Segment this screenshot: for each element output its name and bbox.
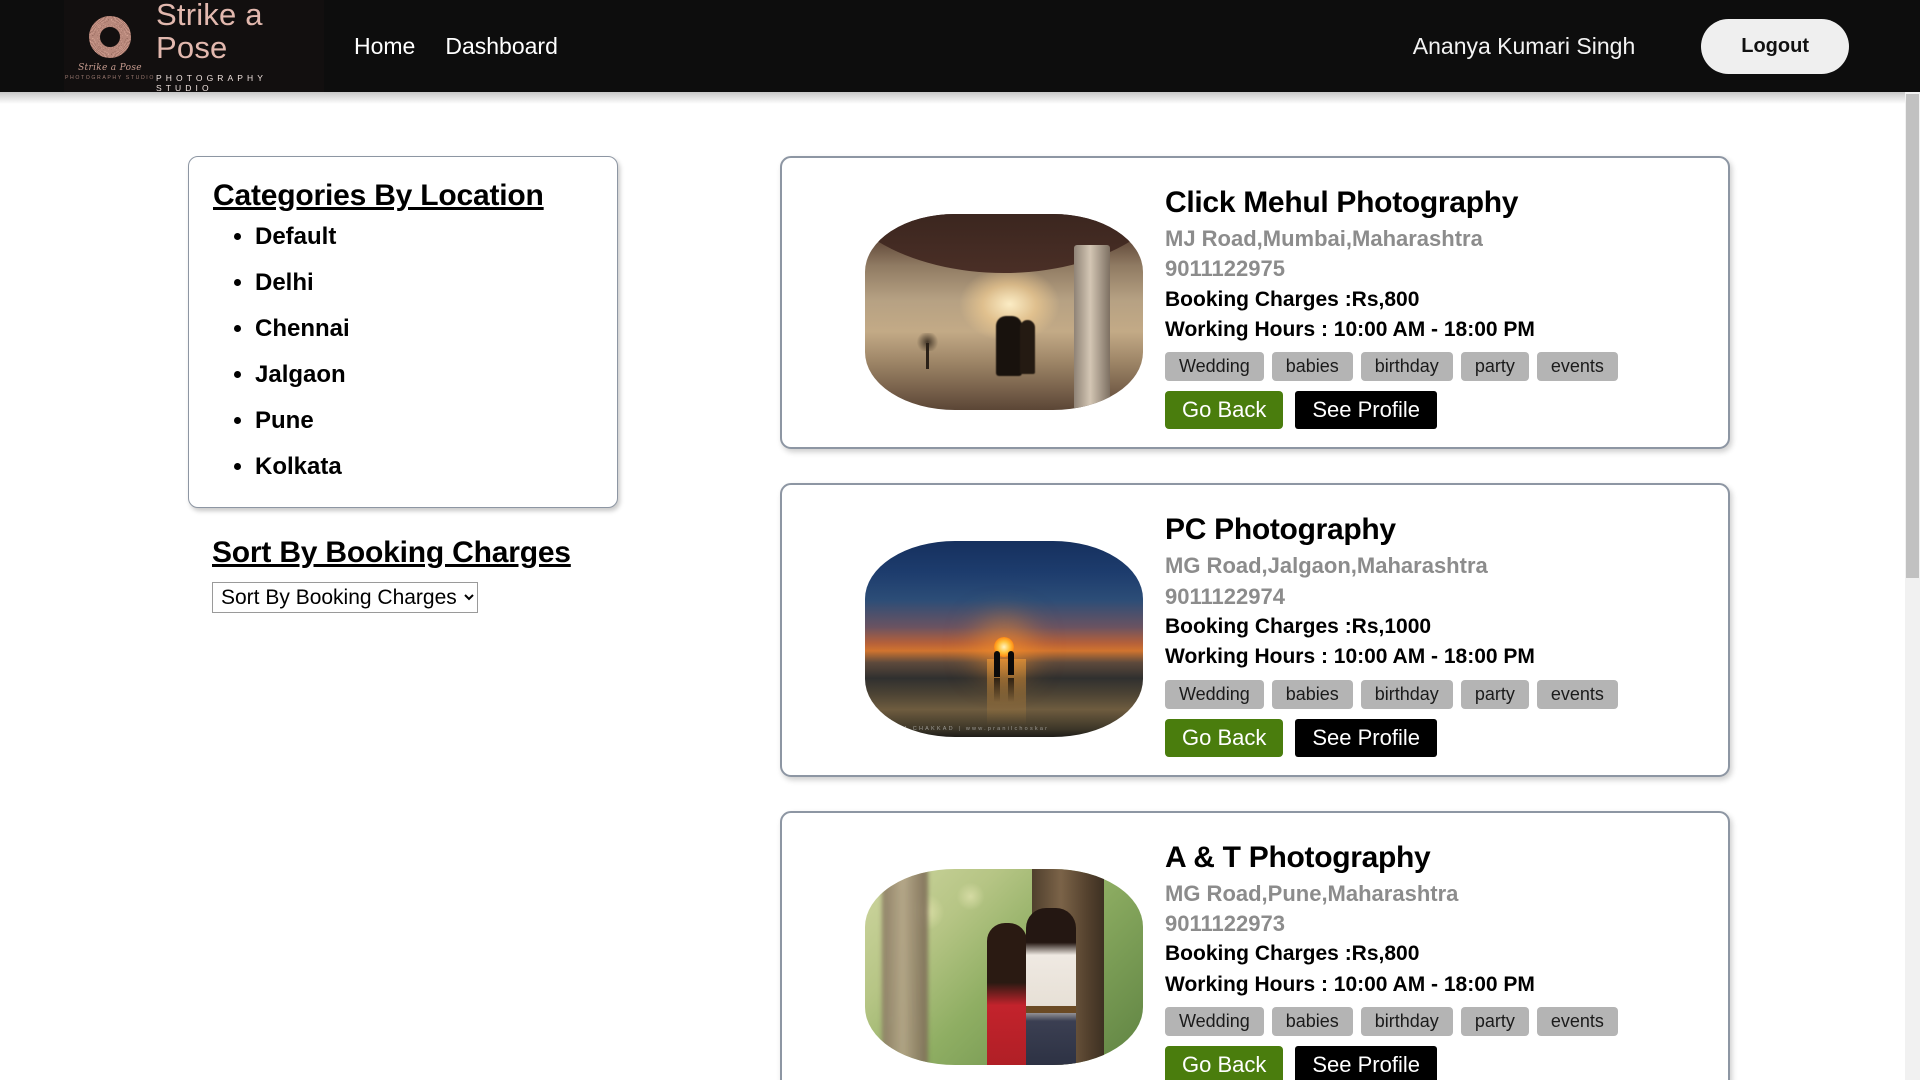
categories-title: Categories By Location	[213, 179, 544, 212]
see-profile-button[interactable]: See Profile	[1295, 391, 1437, 430]
nav-links: Home Dashboard	[354, 33, 558, 60]
top-navbar: Strike a Pose PHOTOGRAPHY STUDIO Strike …	[0, 0, 1905, 94]
man-figure-icon	[1026, 907, 1077, 1065]
sidebar-item-delhi[interactable]: Delhi	[255, 269, 595, 297]
user-name-label: Ananya Kumari Singh	[1412, 32, 1636, 59]
photographer-tags: Wedding babies birthday party events	[1165, 679, 1708, 709]
belt-icon	[1026, 1005, 1077, 1013]
photographer-name: Click Mehul Photography	[1165, 186, 1519, 219]
tag-party[interactable]: party	[1460, 352, 1529, 382]
park-couple-photo-icon	[865, 868, 1143, 1065]
small-tree-icon	[915, 333, 941, 370]
photographer-phone: 9011122973	[1165, 910, 1285, 936]
sort-title: Sort By Booking Charges	[212, 536, 571, 569]
photographer-address: MJ Road,Mumbai,Maharashtra	[1165, 226, 1483, 251]
sidebar: Categories By Location Default Delhi Che…	[0, 156, 620, 1080]
sidebar-item-chennai[interactable]: Chennai	[255, 315, 595, 343]
see-profile-button[interactable]: See Profile	[1295, 718, 1437, 757]
photographer-actions: Go Back See Profile	[1165, 391, 1708, 430]
couple-silhouette-icon	[995, 315, 1035, 376]
beach-sunset-photo-icon: TA CHAKKAD | www.pranilchoskar	[865, 541, 1143, 738]
photographer-hours: Working Hours : 10:00 AM - 18:00 PM	[1165, 972, 1535, 996]
photographer-thumbnail	[865, 868, 1143, 1065]
nav-link-home[interactable]: Home	[354, 33, 415, 60]
sidebar-item-jalgaon[interactable]: Jalgaon	[255, 361, 595, 389]
go-back-button[interactable]: Go Back	[1165, 718, 1284, 757]
photographer-card[interactable]: Click Mehul Photography MJ Road,Mumbai,M…	[780, 156, 1730, 450]
photographer-address: MG Road,Pune,Maharashtra	[1165, 880, 1459, 906]
photographer-address: MG Road,Jalgaon,Maharashtra	[1165, 553, 1488, 579]
tag-babies[interactable]: babies	[1271, 352, 1353, 382]
categories-card: Categories By Location Default Delhi Che…	[188, 156, 618, 508]
photographer-thumbnail: TA CHAKKAD | www.pranilchoskar	[865, 541, 1143, 738]
tag-events[interactable]: events	[1536, 1006, 1618, 1036]
photographer-phone: 9011122975	[1165, 256, 1285, 282]
tag-wedding[interactable]: Wedding	[1165, 1006, 1264, 1036]
content-layout: Categories By Location Default Delhi Che…	[0, 92, 1905, 1080]
page-body: Categories By Location Default Delhi Che…	[0, 92, 1905, 1080]
logo-mark[interactable]: Strike a Pose PHOTOGRAPHY STUDIO	[64, 0, 156, 92]
sidebar-item-kolkata[interactable]: Kolkata	[255, 453, 595, 481]
see-profile-button[interactable]: See Profile	[1295, 1045, 1437, 1080]
photographer-charges: Booking Charges :Rs,1000	[1165, 615, 1432, 639]
tag-events[interactable]: events	[1536, 679, 1618, 709]
categories-list: Default Delhi Chennai Jalgaon Pune Kolka…	[211, 223, 595, 481]
navbar-scrollbar-corner	[1905, 0, 1920, 92]
sort-by-booking-charges-select[interactable]: Sort By Booking Charges Low To High High…	[212, 582, 478, 613]
photographer-name: A & T Photography	[1165, 840, 1431, 874]
tag-babies[interactable]: babies	[1271, 679, 1353, 709]
photo-credit-watermark: TA CHAKKAD | www.pranilchoskar	[898, 726, 1050, 733]
go-back-button[interactable]: Go Back	[1165, 1045, 1284, 1080]
reflection-icon	[1008, 678, 1015, 703]
tag-events[interactable]: events	[1536, 352, 1618, 382]
tag-wedding[interactable]: Wedding	[1165, 679, 1264, 709]
photographer-hours: Working Hours : 10:00 AM - 18:00 PM	[1165, 318, 1535, 342]
photographer-phone: 9011122974	[1165, 583, 1285, 609]
brand-tagline: PHOTOGRAPHY STUDIO	[156, 73, 267, 94]
photographer-actions: Go Back See Profile	[1165, 718, 1708, 757]
photographer-tags: Wedding babies birthday party events	[1165, 1006, 1708, 1036]
sun-glow-icon	[987, 658, 1027, 726]
page-scrollbar[interactable]	[1905, 0, 1920, 1080]
tag-birthday[interactable]: birthday	[1360, 679, 1453, 709]
tag-birthday[interactable]: birthday	[1360, 1006, 1453, 1036]
photographer-charges: Booking Charges :Rs,800	[1165, 942, 1420, 966]
photographer-name: PC Photography	[1165, 513, 1396, 547]
tag-babies[interactable]: babies	[1271, 1006, 1353, 1036]
photographer-hours: Working Hours : 10:00 AM - 18:00 PM	[1165, 645, 1535, 669]
scrollbar-thumb[interactable]	[1906, 94, 1919, 578]
photographer-card[interactable]: A & T Photography MG Road,Pune,Maharasht…	[780, 810, 1730, 1080]
brand-title: Strike a Pose	[156, 0, 263, 65]
person-silhouette-icon	[1008, 651, 1015, 676]
photographer-tags: Wedding babies birthday party events	[1165, 352, 1708, 382]
tag-wedding[interactable]: Wedding	[1165, 352, 1264, 382]
photographer-actions: Go Back See Profile	[1165, 1045, 1708, 1080]
nav-right-group: Ananya Kumari Singh Logout	[1412, 18, 1905, 74]
brand-wordmark[interactable]: Strike a Pose PHOTOGRAPHY STUDIO	[156, 0, 324, 94]
ring-logo-icon	[89, 15, 131, 58]
photographer-charges: Booking Charges :Rs,800	[1165, 287, 1420, 311]
tag-birthday[interactable]: birthday	[1360, 352, 1453, 382]
reflection-icon	[994, 678, 1001, 703]
photographer-info: A & T Photography MG Road,Pune,Maharasht…	[1165, 831, 1708, 1080]
photographer-info: PC Photography MG Road,Jalgaon,Maharasht…	[1165, 503, 1708, 757]
photographer-card-list: Click Mehul Photography MJ Road,Mumbai,M…	[780, 156, 1730, 1080]
photographer-thumbnail	[865, 214, 1143, 410]
woman-figure-icon	[987, 923, 1028, 1065]
photographer-info: Click Mehul Photography MJ Road,Mumbai,M…	[1165, 176, 1708, 430]
sidebar-item-pune[interactable]: Pune	[255, 407, 595, 435]
brand-block[interactable]: Strike a Pose PHOTOGRAPHY STUDIO Strike …	[0, 0, 324, 94]
tag-party[interactable]: party	[1460, 1006, 1529, 1036]
logout-button[interactable]: Logout	[1701, 18, 1849, 74]
blurred-tree-icon	[881, 868, 928, 1065]
logo-script-text: Strike a Pose	[78, 62, 142, 73]
photographer-card[interactable]: TA CHAKKAD | www.pranilchoskar PC Photog…	[780, 483, 1730, 777]
nav-link-dashboard[interactable]: Dashboard	[445, 33, 558, 60]
go-back-button[interactable]: Go Back	[1165, 391, 1284, 430]
tag-party[interactable]: party	[1460, 679, 1529, 709]
logo-sub-text: PHOTOGRAPHY STUDIO	[64, 74, 155, 81]
person-silhouette-icon	[994, 651, 1001, 678]
sunset-canopy-photo-icon	[865, 214, 1143, 410]
sidebar-item-default[interactable]: Default	[255, 223, 595, 251]
